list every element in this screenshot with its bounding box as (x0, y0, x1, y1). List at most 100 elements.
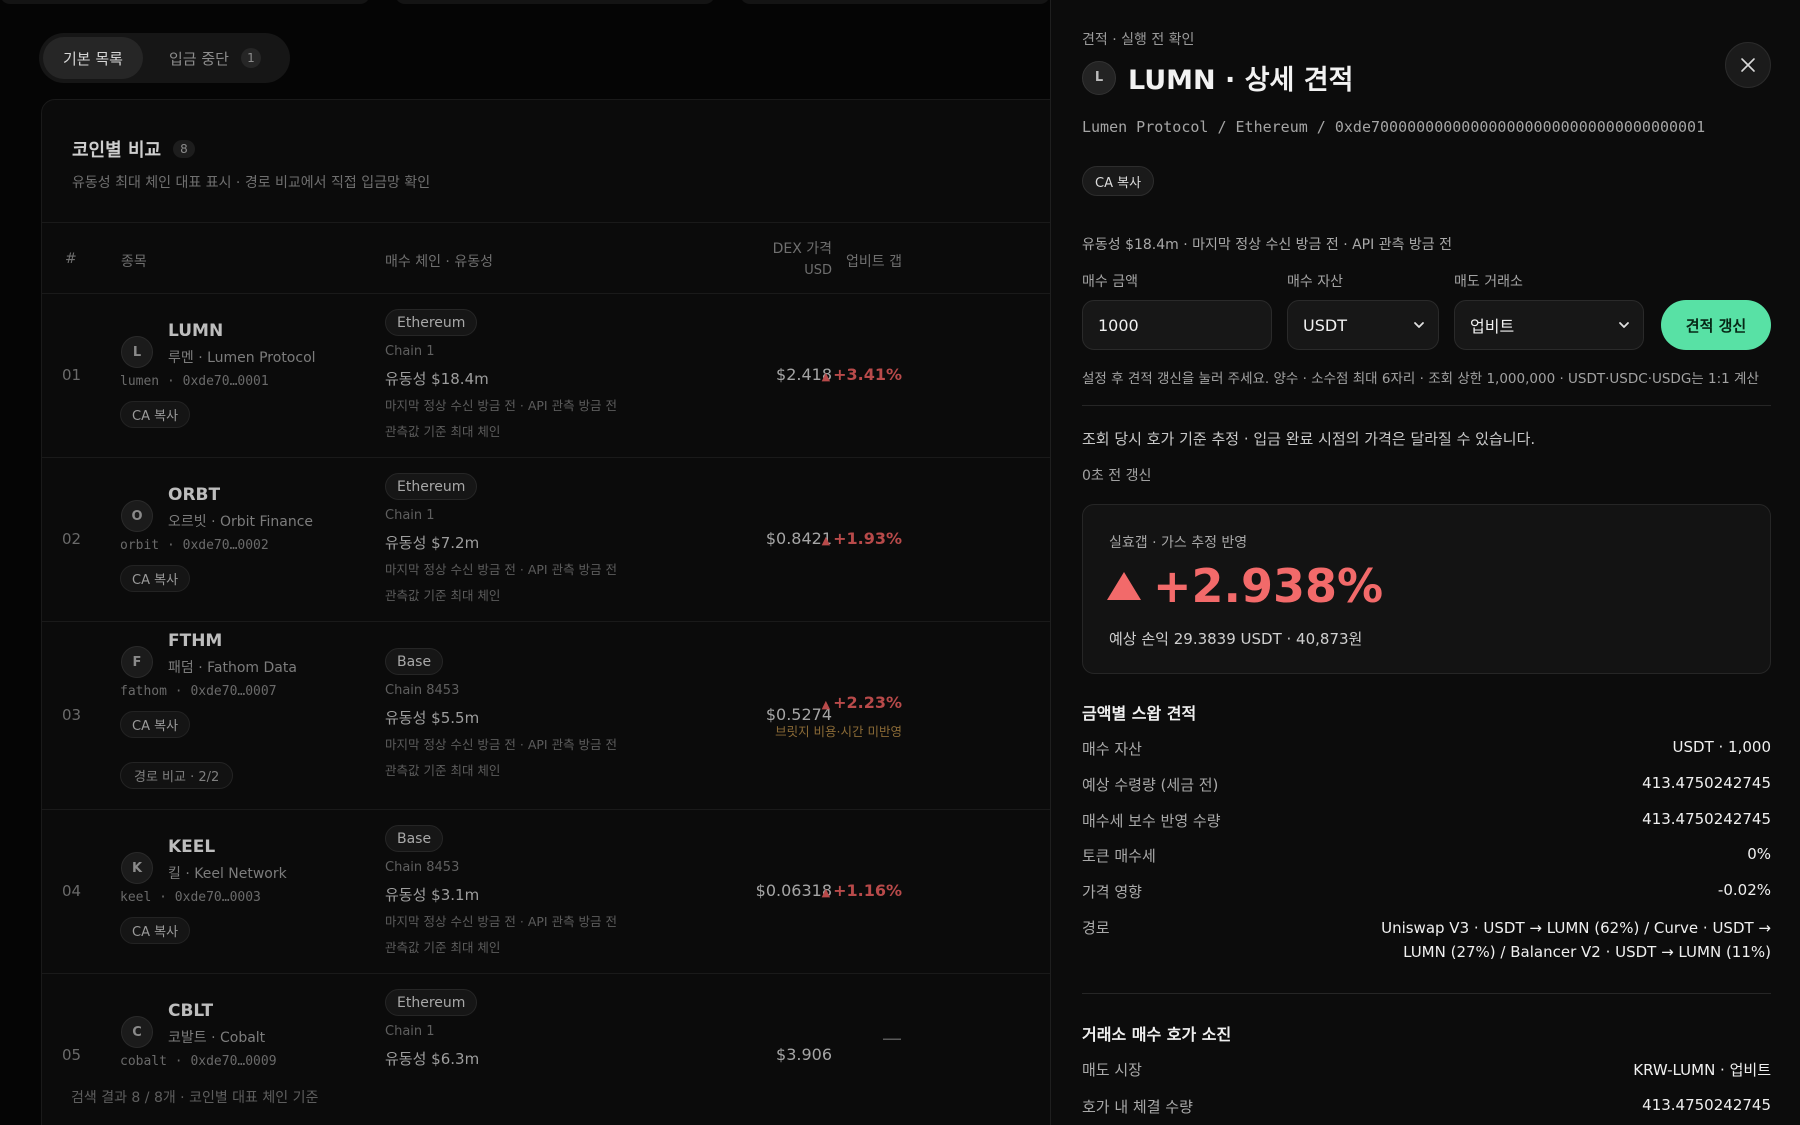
close-icon (1741, 58, 1755, 72)
coin-avatar: L (1082, 60, 1116, 95)
amount-input[interactable]: 1000 (1082, 300, 1272, 350)
triangle-up-icon: ▲ (821, 698, 831, 711)
coin-names: 코발트 · Cobalt (168, 1030, 266, 1046)
chevron-down-icon (1619, 322, 1629, 328)
route-compare-button[interactable]: 경로 비교 · 2/2 (120, 762, 234, 789)
kv-row: 토큰 매수세 0% (1082, 845, 1771, 865)
coin-ticker: FTHM (168, 631, 223, 651)
triangle-up-icon: ▲ (821, 370, 831, 383)
comparison-card: 코인별 비교 8 유동성 최대 체인 대표 표시 · 경로 비교에서 직접 입금망… (41, 99, 1071, 1125)
col-asset: 종목 (121, 254, 147, 270)
coin-slug: keel · 0xde70…0003 (120, 890, 261, 905)
coin-ticker: KEEL (168, 837, 216, 857)
top-toolbar-edges (0, 0, 1050, 4)
liquidity: 유동성 $7.2m (385, 534, 480, 552)
bridge-warning: 브릿지 비용·시간 미반영 (775, 724, 902, 739)
view-tabs: 기본 목록 입금 중단 1 (39, 33, 290, 83)
liquidity: 유동성 $6.3m (385, 1050, 480, 1068)
card-title: 코인별 비교 8 (72, 136, 430, 162)
chain-badge: Base (385, 825, 444, 852)
copy-ca-button[interactable]: CA 복사 (120, 401, 191, 428)
copy-ca-button[interactable]: CA 복사 (120, 565, 191, 592)
upbit-gap: ▲ +1.16% (821, 881, 902, 900)
kv-row: 매수세 보수 반영 수량 413.4750242745 (1082, 810, 1771, 830)
coin-avatar: C (121, 1016, 153, 1048)
chevron-down-icon (1414, 322, 1424, 328)
asset-select[interactable]: USDT (1287, 300, 1439, 350)
triangle-up-icon (1107, 572, 1141, 600)
exchange-label: 매도 거래소 (1454, 274, 1523, 290)
chain-badge: Ethereum (385, 989, 478, 1016)
col-gap: 업비트 갭 (846, 254, 902, 270)
quote-drawer: 견적 · 실행 전 확인 L LUMN · 상세 견적 Lumen Protoc… (1050, 0, 1800, 1125)
tab-default-list[interactable]: 기본 목록 (43, 37, 143, 79)
col-price: DEX 가격 (772, 241, 832, 257)
table-header: # 종목 매수 체인 · 유동성 DEX 가격 USD 업비트 갭 (42, 222, 1070, 294)
swap-section-title: 금액별 스왑 견적 (1082, 704, 1197, 723)
drawer-title: L LUMN · 상세 견적 (1082, 58, 1771, 97)
table-row[interactable]: 04 K KEEL 킬 · Keel Network keel · 0xde70… (42, 810, 1070, 974)
liquidity: 유동성 $3.1m (385, 886, 480, 904)
copy-ca-button[interactable]: CA 복사 (120, 917, 191, 944)
liquidity: 유동성 $18.4m (385, 370, 489, 388)
coin-ticker: LUMN (168, 321, 224, 341)
coin-names: 패덤 · Fathom Data (168, 660, 297, 676)
chain-badge: Base (385, 648, 444, 675)
chain-note: 관측값 기준 최대 체인 (385, 940, 501, 955)
form-help: 설정 후 견적 갱신을 눌러 주세요. 양수 · 소수점 최대 6자리 · 조회… (1082, 371, 1759, 387)
page-title: LUMN · 상세 견적 (1128, 65, 1354, 96)
liquidity: 유동성 $5.5m (385, 709, 480, 727)
chain-id: Chain 8453 (385, 683, 460, 698)
kv-row: 예상 수령량 (세금 전) 413.4750242745 (1082, 774, 1771, 794)
coin-ticker: ORBT (168, 485, 221, 505)
chain-id: Chain 8453 (385, 860, 460, 875)
chain-id: Chain 1 (385, 1024, 435, 1039)
route-value: Uniswap V3 · USDT → LUMN (62%) / Curve ·… (1381, 919, 1771, 961)
table-row[interactable]: 02 O ORBT 오르빗 · Orbit Finance orbit · 0x… (42, 458, 1070, 622)
liquidity-line: 유동성 $18.4m · 마지막 정상 수신 방금 전 · API 관측 방금 … (1082, 237, 1453, 253)
chain-note: 관측값 기준 최대 체인 (385, 588, 501, 603)
coin-names: 오르빗 · Orbit Finance (168, 514, 314, 530)
close-button[interactable] (1725, 42, 1771, 88)
chain-id: Chain 1 (385, 508, 435, 523)
effective-gap-card: 실효갭 · 가스 추정 반영 +2.938% 예상 손익 29.3839 USD… (1082, 504, 1771, 674)
copy-ca-button[interactable]: CA 복사 (1082, 166, 1155, 196)
kv-row: 매수 자산 USDT · 1,000 (1082, 738, 1771, 758)
count-badge: 8 (173, 140, 195, 158)
upbit-gap: — (882, 1026, 902, 1050)
tab-count-badge: 1 (240, 48, 261, 68)
chain-id: Chain 1 (385, 344, 435, 359)
estimate-note: 조회 당시 호가 기준 추정 · 입금 완료 시점의 가격은 달라질 수 있습니… (1082, 430, 1536, 448)
col-price-unit: USD (804, 263, 832, 278)
refresh-quote-button[interactable]: 견적 갱신 (1661, 300, 1771, 350)
coin-ticker: CBLT (168, 1001, 214, 1021)
effective-gap-label: 실효갭 · 가스 추정 반영 (1109, 535, 1248, 551)
col-chain: 매수 체인 · 유동성 (385, 254, 493, 270)
exchange-select[interactable]: 업비트 (1454, 300, 1644, 350)
dex-price: $3.906 (776, 1045, 832, 1064)
divider (1082, 405, 1771, 406)
coin-avatar: O (121, 500, 153, 532)
drawer-eyebrow: 견적 · 실행 전 확인 (1082, 32, 1195, 48)
orderbook-section-title: 거래소 매수 호가 소진 (1082, 1025, 1232, 1044)
status-note: 마지막 정상 수신 방금 전 · API 관측 방금 전 (385, 398, 618, 413)
chain-badge: Ethereum (385, 309, 478, 336)
table-row[interactable]: 01 L LUMN 루멘 · Lumen Protocol lumen · 0x… (42, 294, 1070, 458)
coin-slug: orbit · 0xde70…0002 (120, 538, 269, 553)
background-page: 기본 목록 입금 중단 1 코인별 비교 8 유동성 최대 체인 대표 표시 · 경… (0, 0, 1071, 1125)
coin-slug: lumen · 0xde70…0001 (120, 374, 269, 389)
coin-avatar: F (121, 646, 153, 678)
tab-deposit-suspended[interactable]: 입금 중단 1 (149, 37, 281, 79)
upbit-gap: ▲ +1.93% (821, 529, 902, 548)
expected-pnl: 예상 손익 29.3839 USDT · 40,873원 (1109, 630, 1363, 648)
amount-label: 매수 금액 (1082, 274, 1138, 290)
chain-note: 관측값 기준 최대 체인 (385, 424, 501, 439)
updated-time: 0초 전 갱신 (1082, 468, 1152, 484)
coin-slug: fathom · 0xde70…0007 (120, 684, 277, 699)
coin-names: 킬 · Keel Network (168, 866, 287, 882)
card-subtitle: 유동성 최대 체인 대표 표시 · 경로 비교에서 직접 입금망 확인 (72, 175, 431, 191)
effective-gap-value: +2.938% (1107, 559, 1383, 613)
contract-path: Lumen Protocol / Ethereum / 0xde70000000… (1082, 118, 1706, 136)
copy-ca-button[interactable]: CA 복사 (120, 711, 191, 738)
table-row[interactable]: 03 F FTHM 패덤 · Fathom Data fathom · 0xde… (42, 622, 1070, 810)
